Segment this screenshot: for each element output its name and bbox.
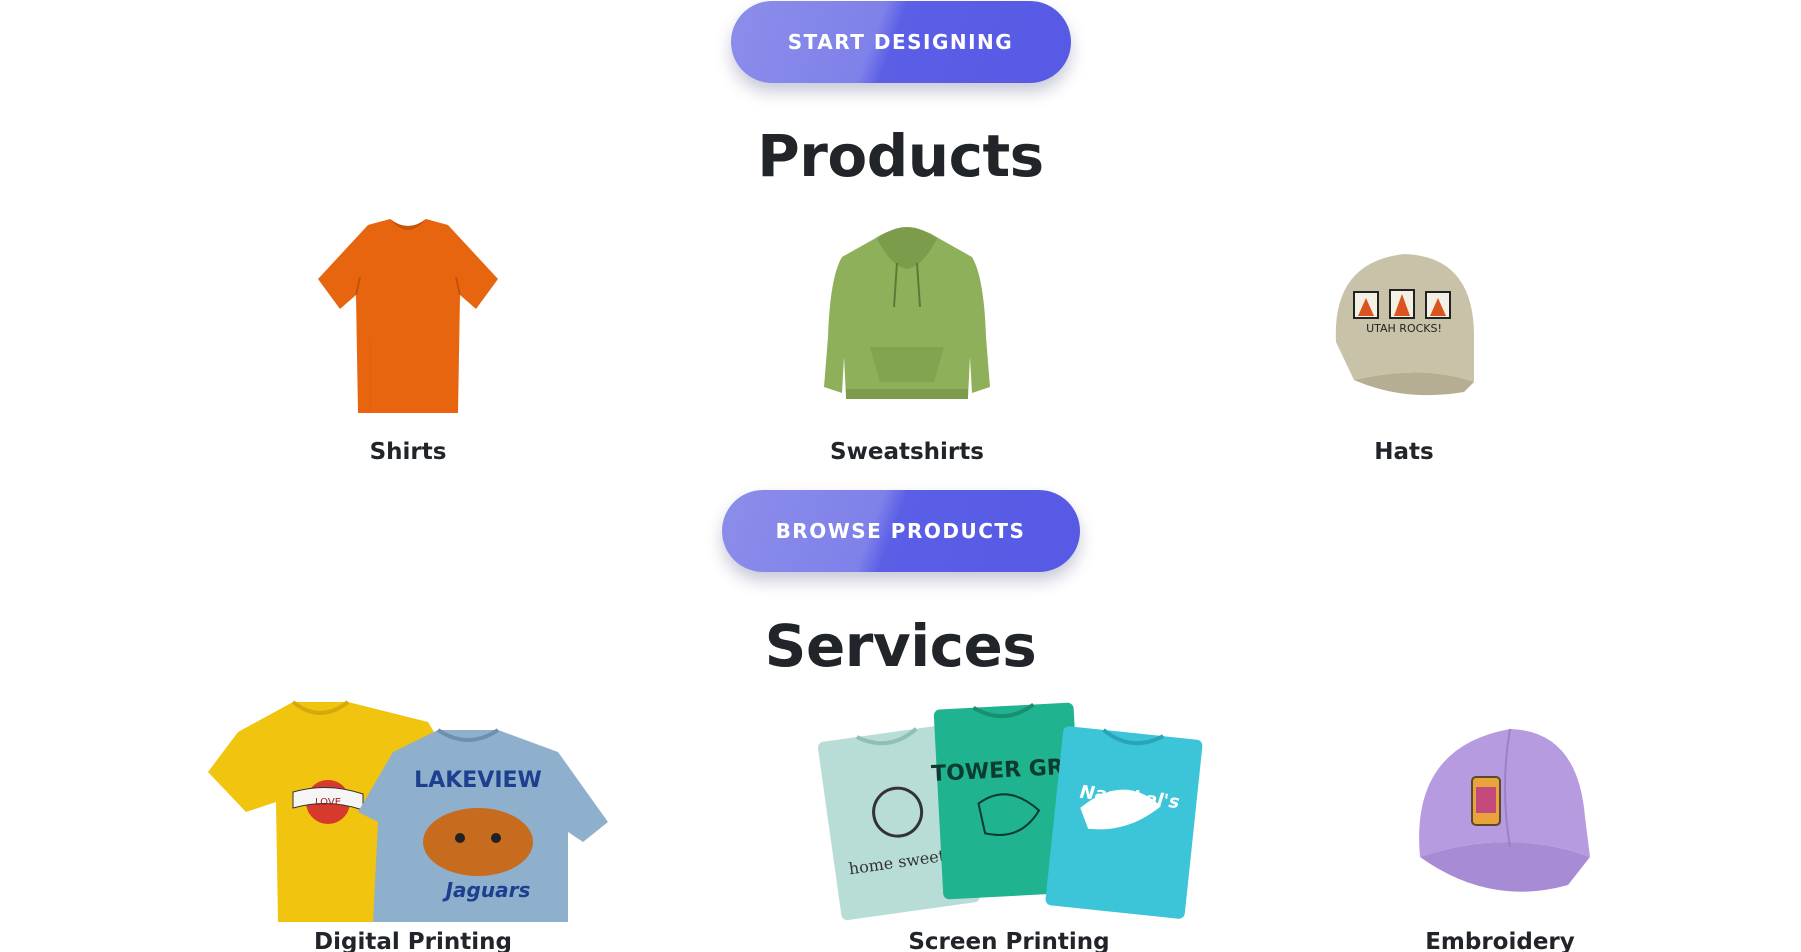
service-card-embroidery[interactable]: Embroidery bbox=[1250, 690, 1750, 952]
lavender-cap-image bbox=[1250, 690, 1750, 924]
product-label-shirts: Shirts bbox=[369, 439, 447, 465]
orange-tshirt-image bbox=[158, 200, 658, 434]
product-label-hats: Hats bbox=[1374, 439, 1434, 465]
service-label-digital-printing: Digital Printing bbox=[314, 929, 512, 952]
service-label-screen-printing: Screen Printing bbox=[908, 929, 1110, 952]
service-card-screen-printing[interactable]: home sweet h TOWER GRO Narwhal's Screen … bbox=[759, 690, 1259, 952]
product-card-sweatshirts[interactable]: Sweatshirts bbox=[657, 200, 1157, 470]
product-card-shirts[interactable]: Shirts bbox=[158, 200, 658, 470]
folded-tshirts-image: home sweet h TOWER GRO Narwhal's bbox=[759, 690, 1259, 924]
printed-tshirts-image: LOVE LAKEVIEW Jaguars bbox=[163, 690, 663, 924]
service-card-digital-printing[interactable]: LOVE LAKEVIEW Jaguars Digital Printing bbox=[163, 690, 663, 952]
service-label-embroidery: Embroidery bbox=[1425, 929, 1575, 952]
product-card-hats[interactable]: UTAH ROCKS! Hats bbox=[1154, 200, 1654, 470]
start-designing-button[interactable]: START DESIGNING bbox=[730, 1, 1071, 83]
product-label-sweatshirts: Sweatshirts bbox=[830, 439, 984, 465]
page: START DESIGNING Products Shirts Sweatshi… bbox=[0, 0, 1801, 952]
browse-products-button[interactable]: BROWSE PRODUCTS bbox=[721, 490, 1080, 572]
svg-text:Jaguars: Jaguars bbox=[442, 878, 531, 902]
svg-text:UTAH ROCKS!: UTAH ROCKS! bbox=[1366, 322, 1442, 335]
svg-text:LAKEVIEW: LAKEVIEW bbox=[414, 768, 542, 793]
svg-text:LOVE: LOVE bbox=[315, 797, 341, 808]
green-hoodie-image bbox=[657, 200, 1157, 434]
khaki-cap-image: UTAH ROCKS! bbox=[1154, 200, 1654, 434]
products-heading: Products bbox=[757, 122, 1044, 190]
services-heading: Services bbox=[764, 612, 1037, 680]
